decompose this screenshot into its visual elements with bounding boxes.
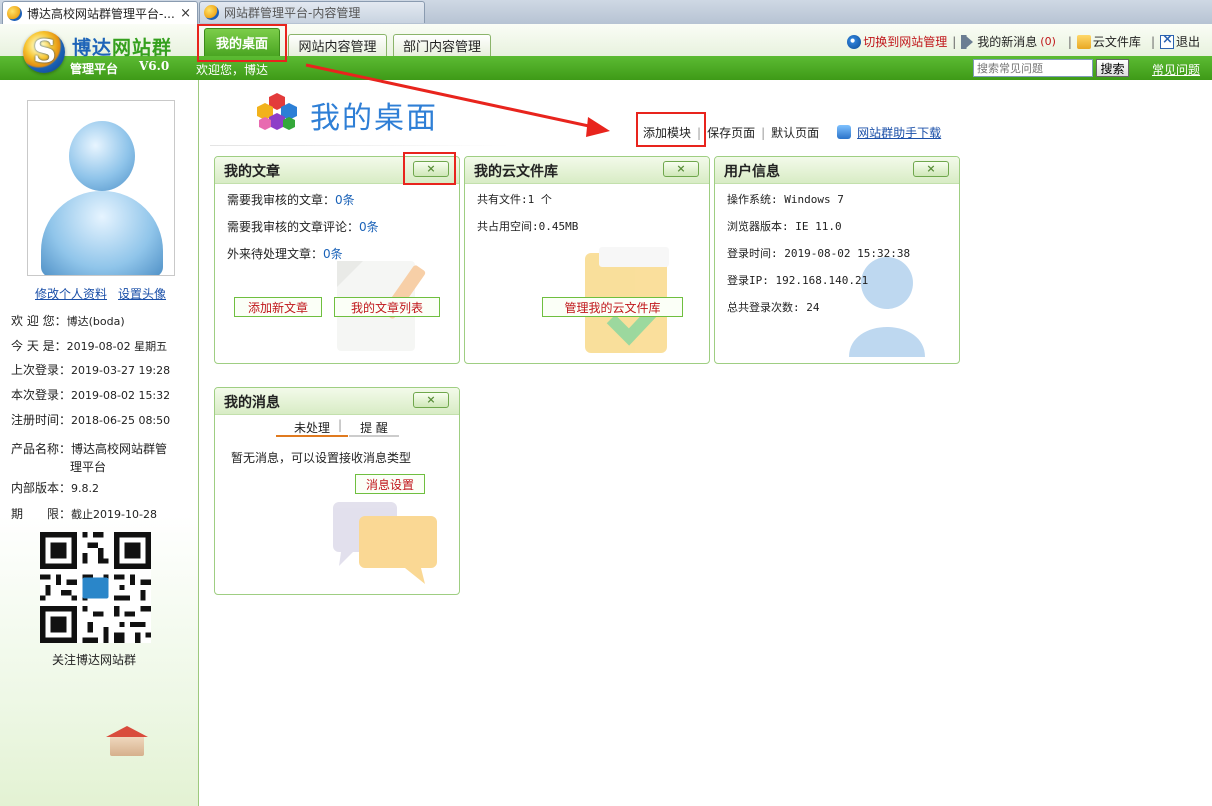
tab-remind[interactable]: 提 醒 (349, 419, 399, 437)
panel-header: 用户信息 × (715, 157, 959, 184)
browser-info: 浏览器版本: IE 11.0 (727, 220, 842, 233)
welcome-text: 欢迎您，博达 (196, 63, 269, 77)
site-favicon-icon (204, 5, 219, 20)
version-label: V6.0 (139, 59, 170, 73)
info-last-login: 上次登录：2019-03-27 19:28 (11, 363, 171, 377)
cloud-library-link[interactable]: 云文件库 (1093, 33, 1141, 50)
browser-tab-title: 博达高校网站群管理平台-... (27, 7, 175, 21)
space-used: 共占用空间:0.45MB (477, 220, 579, 233)
site-favicon-icon (7, 6, 22, 21)
info-expiry: 期 限：截止2019-10-28 (11, 507, 157, 521)
avatar-body-shape (41, 191, 163, 275)
panel-user-info: 用户信息 × 操作系统: Windows 7 浏览器版本: IE 11.0 登录… (714, 156, 960, 364)
brand-part2: 网站群 (112, 37, 173, 59)
highlight-box-close-articles (403, 152, 456, 185)
highlight-box-desktop-tab (197, 24, 287, 62)
panel-my-messages: 我的消息 × 未处理 | 提 醒 暂无消息，可以设置接收消息类型 消息设置 (214, 387, 460, 595)
qr-code-icon (40, 532, 151, 643)
panel-my-cloud-library: 我的云文件库 × 共有文件:1 个 共占用空间:0.45MB 管理我的云文件库 (464, 156, 710, 364)
add-article-button[interactable]: 添加新文章 (234, 297, 322, 317)
user-silhouette-icon (849, 257, 925, 357)
brand-name: 博达网站群 (72, 33, 172, 60)
faq-search-input[interactable] (973, 59, 1093, 77)
highlight-box-add-module (636, 112, 706, 147)
external-articles-count[interactable]: 0条 (323, 247, 343, 261)
pending-comments-row: 需要我审核的文章评论：0条 (227, 220, 379, 234)
logo-letter: S (33, 32, 57, 70)
login-count-info: 总共登录次数: 24 (727, 301, 820, 314)
exit-icon (1159, 32, 1174, 49)
top-links: 切换到网站管理 | 我的新消息 (0) | 云文件库 | 退出 (847, 32, 1200, 50)
login-time-info: 登录时间: 2019-08-02 15:32:38 (727, 247, 911, 260)
panel-title: 我的云文件库 (474, 164, 558, 180)
annotation-arrow (305, 63, 610, 137)
info-product-line2: 理平台 (70, 460, 107, 474)
helper-download-label: 网站群助手下载 (857, 126, 942, 140)
info-today: 今 天 是：2019-08-02 星期五 (11, 339, 168, 353)
browser-tab-active[interactable]: 博达高校网站群管理平台-... × (2, 1, 198, 25)
chat-bubbles-icon (333, 502, 437, 584)
message-settings-button[interactable]: 消息设置 (355, 474, 425, 494)
speaker-icon (961, 34, 976, 49)
title-divider (210, 145, 510, 146)
folder-icon (1076, 34, 1091, 49)
no-messages-text: 暂无消息，可以设置接收消息类型 (231, 451, 412, 465)
platform-label: 管理平台 (70, 62, 119, 76)
article-list-button[interactable]: 我的文章列表 (334, 297, 440, 317)
close-tab-icon[interactable]: × (178, 6, 193, 21)
message-count: (0) (1040, 35, 1056, 48)
edit-profile-link[interactable]: 修改个人资料 (35, 285, 107, 302)
tab-site-content[interactable]: 网站内容管理 (288, 34, 387, 56)
file-count: 共有文件:1 个 (477, 193, 552, 206)
manage-cloud-button[interactable]: 管理我的云文件库 (542, 297, 683, 317)
pending-comments-count[interactable]: 0条 (359, 220, 379, 234)
pending-articles-row: 需要我审核的文章：0条 (227, 193, 355, 207)
avatar-head-shape (69, 121, 135, 191)
switch-site-link[interactable]: 切换到网站管理 (863, 33, 947, 50)
avatar (27, 100, 175, 276)
helper-icon (837, 125, 852, 139)
panel-header: 我的消息 × (215, 388, 459, 415)
info-product: 产品名称：博达高校网站群管 (11, 442, 168, 456)
save-page-button[interactable]: 保存页面 (707, 124, 755, 141)
tab-separator: | (338, 418, 343, 432)
close-panel-button[interactable]: × (413, 392, 449, 408)
panel-title: 我的消息 (224, 395, 280, 411)
new-messages-link[interactable]: 我的新消息 (977, 33, 1037, 50)
logo-icon: S (23, 31, 65, 73)
os-info: 操作系统: Windows 7 (727, 193, 844, 206)
panel-title: 用户信息 (724, 164, 780, 180)
brand-part1: 博达 (72, 37, 113, 59)
pending-articles-count[interactable]: 0条 (335, 193, 355, 207)
login-ip-info: 登录IP: 192.168.140.21 (727, 274, 869, 287)
panel-header: 我的云文件库 × (465, 157, 709, 184)
panel-my-articles: 我的文章 × 需要我审核的文章：0条 需要我审核的文章评论：0条 外来待处理文章… (214, 156, 460, 364)
panel-title: 我的文章 (224, 164, 280, 180)
search-button[interactable]: 搜索 (1096, 59, 1129, 77)
info-register-time: 注册时间：2018-06-25 08:50 (11, 413, 171, 427)
close-panel-button[interactable]: × (663, 161, 699, 177)
info-this-login: 本次登录：2019-08-02 15:32 (11, 388, 171, 402)
faq-link[interactable]: 常见问题 (1152, 61, 1200, 78)
switch-icon (847, 34, 862, 49)
default-page-button[interactable]: 默认页面 (771, 124, 819, 141)
browser-tab-content-mgmt[interactable]: 网站群管理平台-内容管理 (199, 1, 425, 23)
house-illustration (106, 726, 148, 756)
qr-caption: 关注博达网站群 (52, 653, 137, 667)
close-panel-button[interactable]: × (913, 161, 949, 177)
exit-link[interactable]: 退出 (1176, 33, 1200, 50)
info-internal-version: 内部版本：9.8.2 (11, 481, 100, 495)
helper-download-link[interactable]: 网站群助手下载 (837, 124, 941, 141)
external-articles-row: 外来待处理文章：0条 (227, 247, 343, 261)
browser-tab-title: 网站群管理平台-内容管理 (224, 6, 361, 20)
set-avatar-link[interactable]: 设置头像 (118, 285, 166, 302)
tab-dept-content[interactable]: 部门内容管理 (393, 34, 491, 56)
info-welcome: 欢 迎 您：博达(boda) (11, 314, 125, 328)
